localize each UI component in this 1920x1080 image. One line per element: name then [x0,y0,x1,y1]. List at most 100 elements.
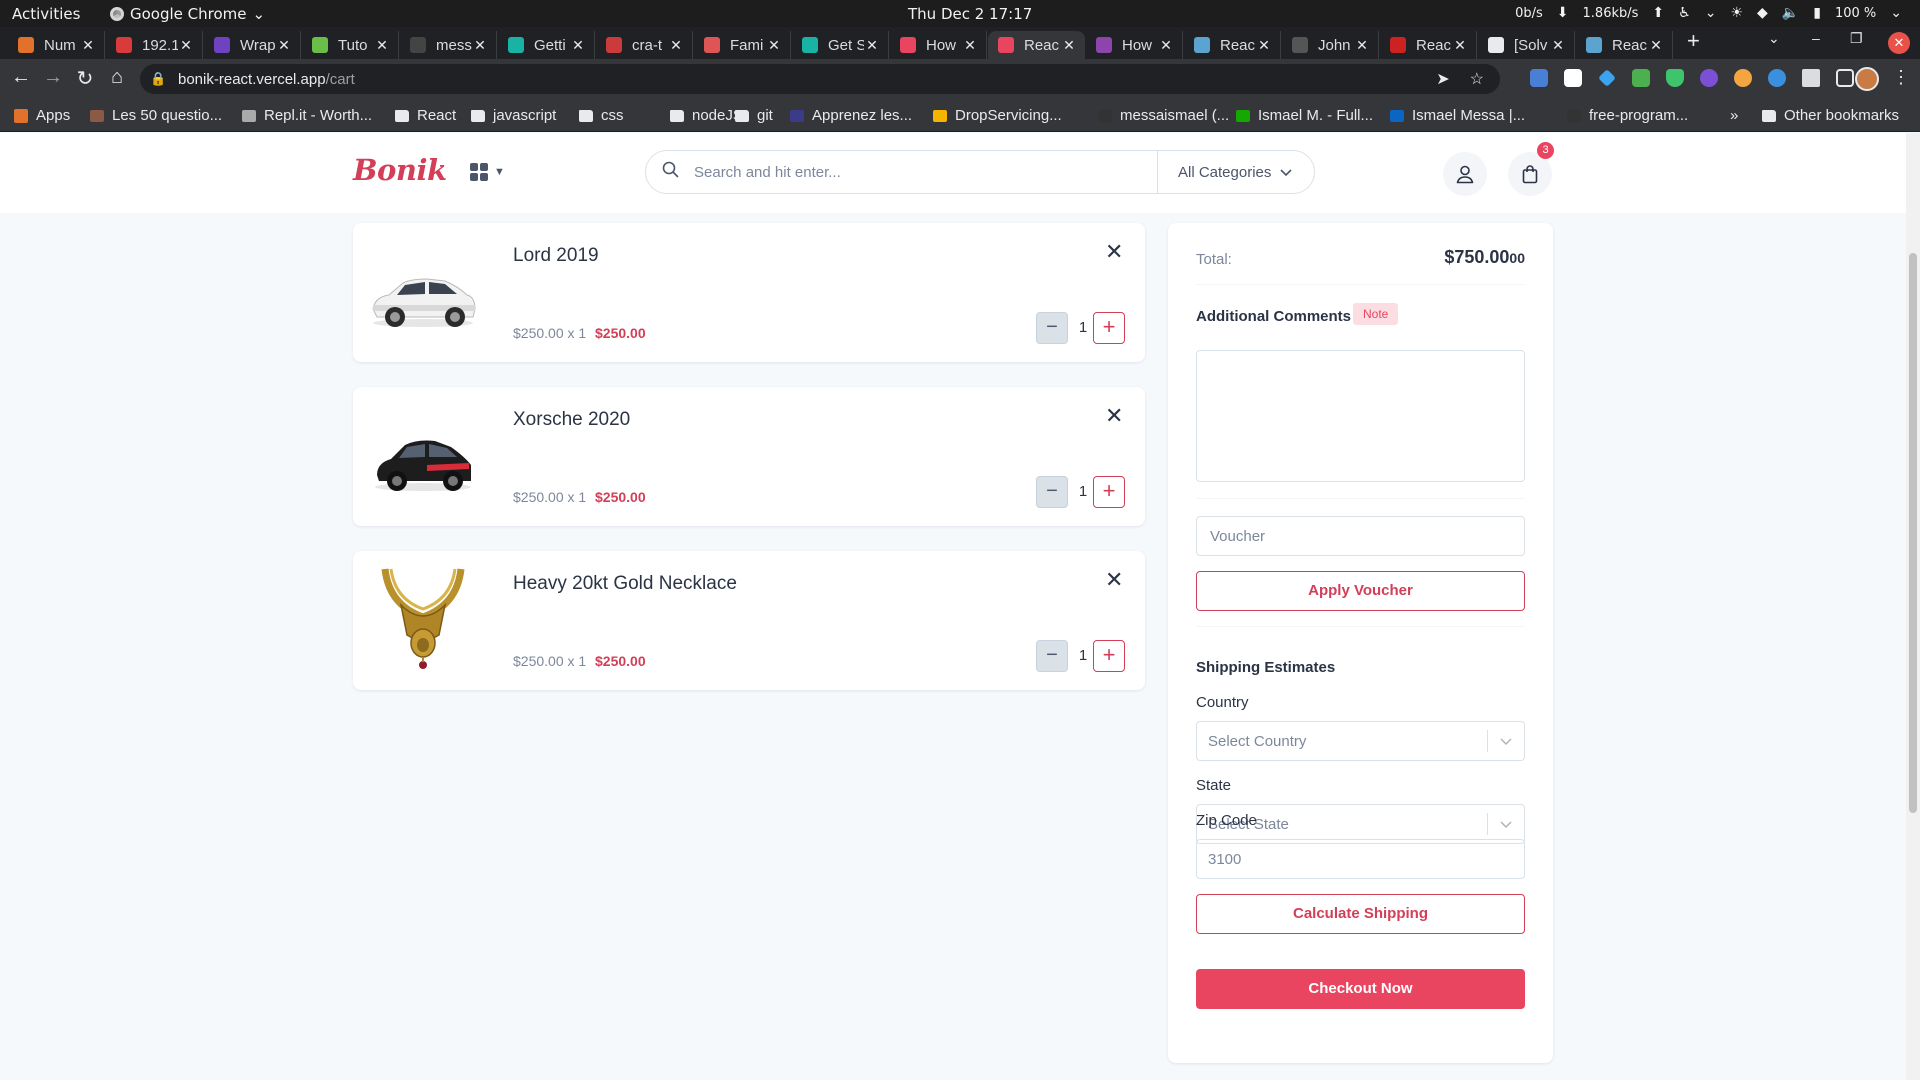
browser-tab[interactable]: [Solv ✕ [1478,31,1575,59]
decrease-quantity-button[interactable]: − [1036,476,1068,508]
checkout-button[interactable]: Checkout Now [1196,969,1525,1009]
calculate-shipping-button[interactable]: Calculate Shipping [1196,894,1525,934]
category-menu-button[interactable]: ▼ [470,163,505,181]
bookmark-item[interactable]: Repl.it - Worth... [242,107,372,124]
tab-close-icon[interactable]: ✕ [1452,37,1468,54]
more-menu-icon[interactable]: ⋮ [1892,67,1910,88]
bookmark-item[interactable]: React [395,107,456,124]
tab-close-icon[interactable]: ✕ [1550,37,1566,54]
browser-tab[interactable]: Num ✕ [8,31,105,59]
tab-close-icon[interactable]: ✕ [864,37,880,54]
profile-avatar[interactable] [1855,67,1879,91]
browser-tab[interactable]: Getti ✕ [498,31,595,59]
tab-close-icon[interactable]: ✕ [472,37,488,54]
product-name[interactable]: Heavy 20kt Gold Necklace [513,573,737,595]
translate-extension-icon[interactable] [1530,69,1548,87]
browser-tab[interactable]: Fami ✕ [694,31,791,59]
tab-close-icon[interactable]: ✕ [1158,37,1174,54]
tab-search-icon[interactable]: ⌄ [1768,30,1780,47]
minimize-icon[interactable]: – [1812,30,1820,46]
home-icon[interactable]: ⌂ [104,66,130,89]
bookmark-item[interactable]: Ismael Messa |... [1390,107,1525,124]
accessibility-icon[interactable]: ♿ [1678,5,1691,21]
account-button[interactable] [1443,152,1487,196]
product-name[interactable]: Xorsche 2020 [513,409,630,431]
tab-close-icon[interactable]: ✕ [962,37,978,54]
bookmark-item[interactable]: Other bookmarks [1762,107,1899,124]
side-panel-icon[interactable] [1836,69,1854,87]
browser-tab[interactable]: Reac ✕ [1184,31,1281,59]
product-name[interactable]: Lord 2019 [513,245,599,267]
browser-tab[interactable]: 192.1 ✕ [106,31,203,59]
bookmark-item[interactable]: nodeJS [670,107,743,124]
bookmark-item[interactable]: Apprenez les... [790,107,912,124]
extension-icon[interactable] [1564,69,1582,87]
bookmark-item[interactable]: Les 50 questio... [90,107,222,124]
browser-tab[interactable]: Tuto ✕ [302,31,399,59]
browser-tab[interactable]: How ✕ [890,31,987,59]
tab-close-icon[interactable]: ✕ [1354,37,1370,54]
browser-tab[interactable]: Wrap ✕ [204,31,301,59]
tab-close-icon[interactable]: ✕ [1061,37,1077,54]
decrease-quantity-button[interactable]: − [1036,640,1068,672]
tab-close-icon[interactable]: ✕ [374,37,390,54]
clock[interactable]: Thu Dec 2 17:17 [908,5,1032,23]
voucher-input[interactable] [1196,516,1525,556]
browser-tab[interactable]: mess ✕ [400,31,497,59]
increase-quantity-button[interactable]: + [1093,312,1125,344]
browser-tab[interactable]: cra-t ✕ [596,31,693,59]
increase-quantity-button[interactable]: + [1093,640,1125,672]
browser-tab[interactable]: Reac ✕ [1576,31,1673,59]
new-tab-button[interactable]: + [1687,28,1700,54]
diamond-extension-icon[interactable] [1598,69,1616,87]
app-menu[interactable]: Google Chrome ⌄ [110,5,265,23]
tab-close-icon[interactable]: ✕ [570,37,586,54]
tab-close-icon[interactable]: ✕ [276,37,292,54]
tab-close-icon[interactable]: ✕ [178,37,194,54]
lock-icon[interactable]: 🔒 [150,71,178,87]
forward-arrow-icon[interactable]: → [40,66,66,89]
address-bar[interactable]: 🔒 bonik-react.vercel.app/cart ➤ ☆ [140,64,1500,94]
browser-tab[interactable]: Reac ✕ [988,31,1085,59]
remove-item-close-icon[interactable]: ✕ [1105,567,1123,593]
scrollbar-thumb[interactable] [1909,253,1917,813]
tab-close-icon[interactable]: ✕ [668,37,684,54]
download-extension-icon[interactable] [1632,69,1650,87]
bookmark-item[interactable]: git [735,107,773,124]
search-input[interactable] [694,163,1157,181]
browser-tab[interactable]: John ✕ [1282,31,1379,59]
bookmark-item[interactable]: free-program... [1567,107,1688,124]
shield-extension-icon[interactable] [1666,69,1684,87]
tab-close-icon[interactable]: ✕ [766,37,782,54]
bookmark-item[interactable]: Ismael M. - Full... [1236,107,1373,124]
country-select[interactable]: Select Country [1196,721,1525,761]
zip-code-input[interactable]: 3100 [1196,839,1525,879]
logo[interactable]: Bonik [353,153,447,187]
increase-quantity-button[interactable]: + [1093,476,1125,508]
decrease-quantity-button[interactable]: − [1036,312,1068,344]
bookmark-item[interactable]: DropServicing... [933,107,1062,124]
apply-voucher-button[interactable]: Apply Voucher [1196,571,1525,611]
restore-icon[interactable]: ❐ [1850,30,1863,47]
bookmark-item[interactable]: Apps [14,107,70,124]
remove-item-close-icon[interactable]: ✕ [1105,239,1123,265]
browser-tab[interactable]: Get S ✕ [792,31,889,59]
reload-icon[interactable]: ↻ [72,66,98,91]
bookmark-item[interactable]: messaismael (... [1098,107,1229,124]
activities-button[interactable]: Activities [12,5,80,23]
bookmark-item[interactable]: javascript [471,107,556,124]
browser-tab[interactable]: Reac ✕ [1380,31,1477,59]
browser-tab[interactable]: How ✕ [1086,31,1183,59]
more-bookmarks-chevron-icon[interactable]: » [1730,107,1738,124]
puzzle-icon[interactable] [1802,69,1820,87]
category-select[interactable]: All Categories [1157,151,1314,193]
back-arrow-icon[interactable]: ← [8,66,34,89]
system-tray[interactable]: 0b/s ⬇ 1.86kb/s ⬆ ♿ ⌄ ☀ ◆ 🔈 ▮ 100 % ⌄ [1515,5,1902,21]
cookie-extension-icon[interactable] [1734,69,1752,87]
tab-close-icon[interactable]: ✕ [1256,37,1272,54]
send-icon[interactable]: ➤ [1436,69,1449,89]
tab-close-icon[interactable]: ✕ [1648,37,1664,54]
gear-extension-icon[interactable] [1700,69,1718,87]
remove-item-close-icon[interactable]: ✕ [1105,403,1123,429]
comments-textarea[interactable] [1196,350,1525,482]
